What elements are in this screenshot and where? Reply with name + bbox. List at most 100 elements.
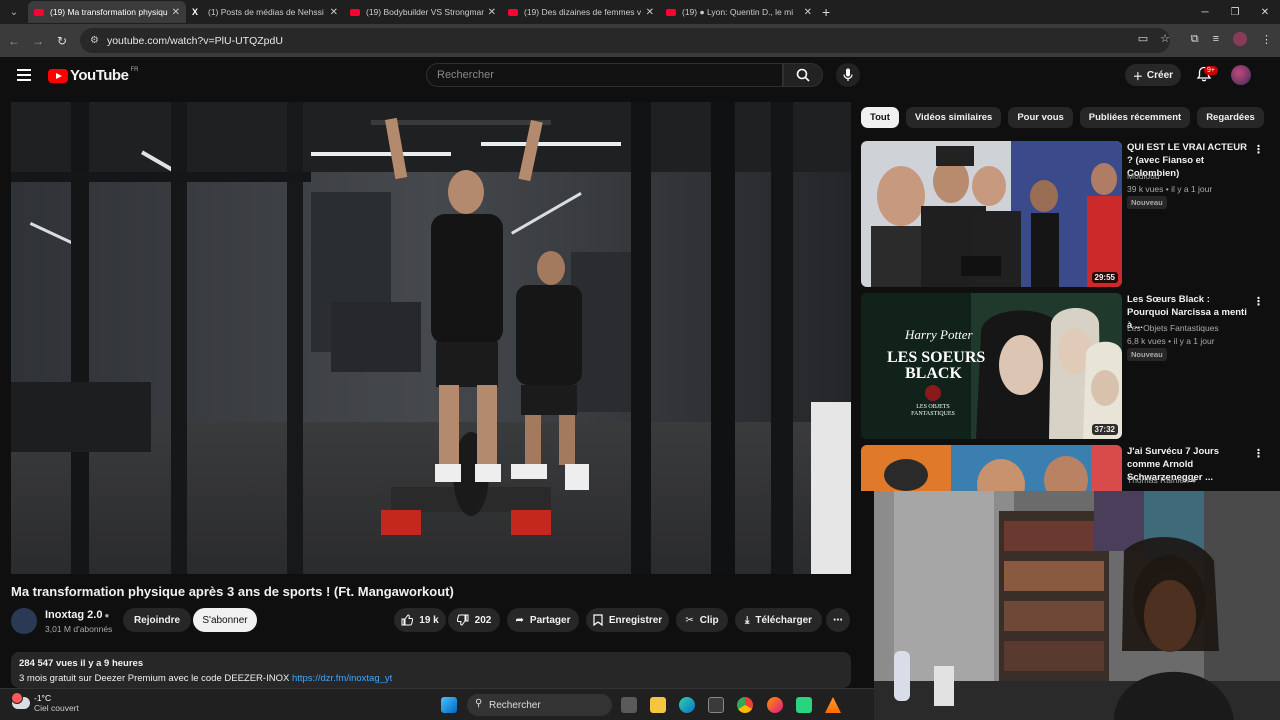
close-window-icon[interactable]: ✕ (1250, 7, 1280, 18)
subscribe-button[interactable]: S'abonner (193, 608, 257, 632)
description-link[interactable]: https://dzr.fm/inoxtag_yt (292, 673, 392, 684)
file-explorer-icon[interactable] (650, 697, 666, 713)
dislike-count: 202 (474, 614, 492, 626)
app-icon[interactable] (796, 697, 812, 713)
taskbar-search-label: Rechercher (489, 699, 541, 711)
new-badge: Nouveau (1127, 196, 1167, 209)
close-icon[interactable]: ✕ (646, 7, 654, 18)
share-icon: ➦ (515, 614, 524, 626)
cast-icon[interactable]: ▭ (1138, 32, 1148, 45)
extensions-icon[interactable]: ⧉ (1191, 33, 1199, 46)
browser-menu-icon[interactable]: ⋮ (1261, 33, 1272, 46)
url-text: youtube.com/watch?v=PlU-UTQZpdU (106, 34, 283, 47)
new-badge: Nouveau (1127, 348, 1167, 361)
dislike-button[interactable]: 202 (448, 608, 500, 632)
chip-similar[interactable]: Vidéos similaires (905, 107, 1002, 128)
close-icon[interactable]: ✕ (488, 7, 496, 18)
save-button[interactable]: Enregistrer (586, 608, 669, 632)
url-actions: ▭ ☆ (1138, 32, 1170, 45)
tab-2[interactable]: (19) Bodybuilder VS Strongman ✕ (344, 1, 502, 23)
youtube-play-icon (48, 68, 68, 83)
tab-4[interactable]: (19) ● Lyon: Quentin D., le mi ✕ (660, 1, 818, 23)
voice-search-button[interactable] (836, 63, 860, 87)
profile-avatar[interactable] (1233, 32, 1247, 46)
thumbs-down-icon (456, 614, 469, 626)
chip-watched[interactable]: Regardées (1197, 107, 1264, 128)
recommendation-channel[interactable]: Thomas Rainieri ● (1127, 475, 1196, 485)
close-icon[interactable]: ✕ (330, 7, 338, 18)
like-button[interactable]: 19 k (394, 608, 446, 632)
x-icon: X (192, 7, 199, 17)
tab-0[interactable]: (19) Ma transformation physique ✕ (28, 1, 186, 23)
minimize-icon[interactable]: ─ (1190, 7, 1220, 18)
chip-recent[interactable]: Publiées récemment (1079, 107, 1191, 128)
new-tab-button[interactable]: + (822, 4, 830, 20)
thumbnail-caption-4: LES OBJETS FANTASTIQUES (911, 404, 955, 417)
more-vertical-icon[interactable]: ⋮ (1253, 143, 1264, 156)
thumbnail-caption-1: Harry Potter (905, 327, 973, 342)
vlc-icon[interactable] (825, 697, 841, 713)
channel-name-text: Inoxtag 2.0 (45, 609, 103, 621)
chip-for-you[interactable]: Pour vous (1008, 107, 1073, 128)
webcam-overlay (874, 491, 1280, 720)
video-description[interactable]: 284 547 vues il y a 9 heures 3 mois grat… (11, 652, 851, 688)
site-info-icon[interactable]: ⚙ (90, 35, 99, 46)
weather-widget[interactable]: -1°C Ciel couvert (11, 692, 79, 713)
firefox-icon[interactable] (767, 697, 783, 713)
chrome-browser-icon[interactable] (737, 697, 753, 713)
store-icon[interactable] (708, 697, 724, 713)
taskbar-search[interactable]: ⚲ Rechercher (467, 694, 612, 716)
reload-icon[interactable]: ↻ (50, 34, 74, 48)
youtube-logo[interactable]: YouTube FR (48, 67, 138, 84)
tab-search-icon[interactable]: ⌄ (0, 0, 28, 24)
verified-icon: ● (104, 611, 110, 620)
address-bar-row: ← → ↻ ⚙ youtube.com/watch?v=PlU-UTQZpdU … (0, 24, 1280, 57)
chip-all[interactable]: Tout (861, 107, 899, 128)
browser-toolbar: ⧉ ≡ ⋮ (1191, 32, 1272, 46)
more-actions-button[interactable]: ⋯ (826, 608, 850, 632)
recommendation-item[interactable]: J'ai Survécu 7 Jours comme Arnold Schwar… (861, 445, 1271, 491)
url-field[interactable]: ⚙ youtube.com/watch?v=PlU-UTQZpdU (80, 28, 1170, 53)
cloudy-weather-icon (11, 692, 30, 709)
windows-start-icon[interactable] (441, 697, 457, 713)
task-view-icon[interactable] (621, 697, 637, 713)
recommendation-channel[interactable]: Les Objets Fantastiques (1127, 323, 1219, 333)
browser-tab-bar: ⌄ (19) Ma transformation physique ✕ X (1… (0, 0, 1280, 24)
recommendation-item[interactable]: Harry Potter LES SOEURS BLACK LES OBJETS… (861, 293, 1271, 439)
menu-icon[interactable] (17, 69, 31, 81)
tab-3[interactable]: (19) Des dizaines de femmes v ✕ (502, 1, 660, 23)
close-icon[interactable]: ✕ (172, 7, 180, 18)
video-thumbnail[interactable]: Harry Potter LES SOEURS BLACK LES OBJETS… (861, 293, 1122, 439)
more-vertical-icon[interactable]: ⋮ (1253, 447, 1264, 460)
bookmark-star-icon[interactable]: ☆ (1160, 32, 1170, 45)
video-thumbnail[interactable]: 29:55 (861, 141, 1122, 287)
temperature: -1°C (34, 693, 52, 703)
clip-button[interactable]: ✂ Clip (676, 608, 728, 632)
tab-groups-icon[interactable]: ≡ (1213, 33, 1219, 45)
description-line: 3 mois gratuit sur Deezer Premium avec l… (19, 673, 290, 684)
maximize-icon[interactable]: ❐ (1220, 7, 1250, 18)
channel-avatar[interactable] (11, 608, 37, 634)
video-player[interactable] (11, 102, 851, 574)
download-button[interactable]: ⤓ Télécharger (735, 608, 822, 632)
join-button[interactable]: Rejoindre (123, 608, 191, 632)
more-vertical-icon[interactable]: ⋮ (1253, 295, 1264, 308)
account-avatar[interactable] (1231, 65, 1251, 85)
tab-1[interactable]: X (1) Posts de médias de Nehssi ✕ (186, 1, 344, 23)
recommendation-channel[interactable]: Mouloud (1127, 171, 1160, 181)
back-icon[interactable]: ← (2, 34, 26, 48)
save-playlist-icon (593, 614, 603, 626)
close-icon[interactable]: ✕ (804, 7, 812, 18)
clip-label: Clip (699, 614, 719, 626)
create-button[interactable]: ＋ Créer (1125, 64, 1181, 86)
video-thumbnail[interactable] (861, 445, 1122, 491)
scissors-icon: ✂ (685, 614, 694, 626)
search-input[interactable]: Rechercher (426, 63, 783, 87)
search-button[interactable] (783, 63, 823, 87)
channel-name[interactable]: Inoxtag 2.0 ● (45, 609, 109, 621)
share-button[interactable]: ➦ Partager (507, 608, 579, 632)
forward-icon[interactable]: → (26, 34, 50, 48)
recommendation-item[interactable]: 29:55 QUI EST LE VRAI ACTEUR ? (avec Fia… (861, 141, 1271, 287)
edge-browser-icon[interactable] (679, 697, 695, 713)
youtube-icon (350, 8, 360, 16)
